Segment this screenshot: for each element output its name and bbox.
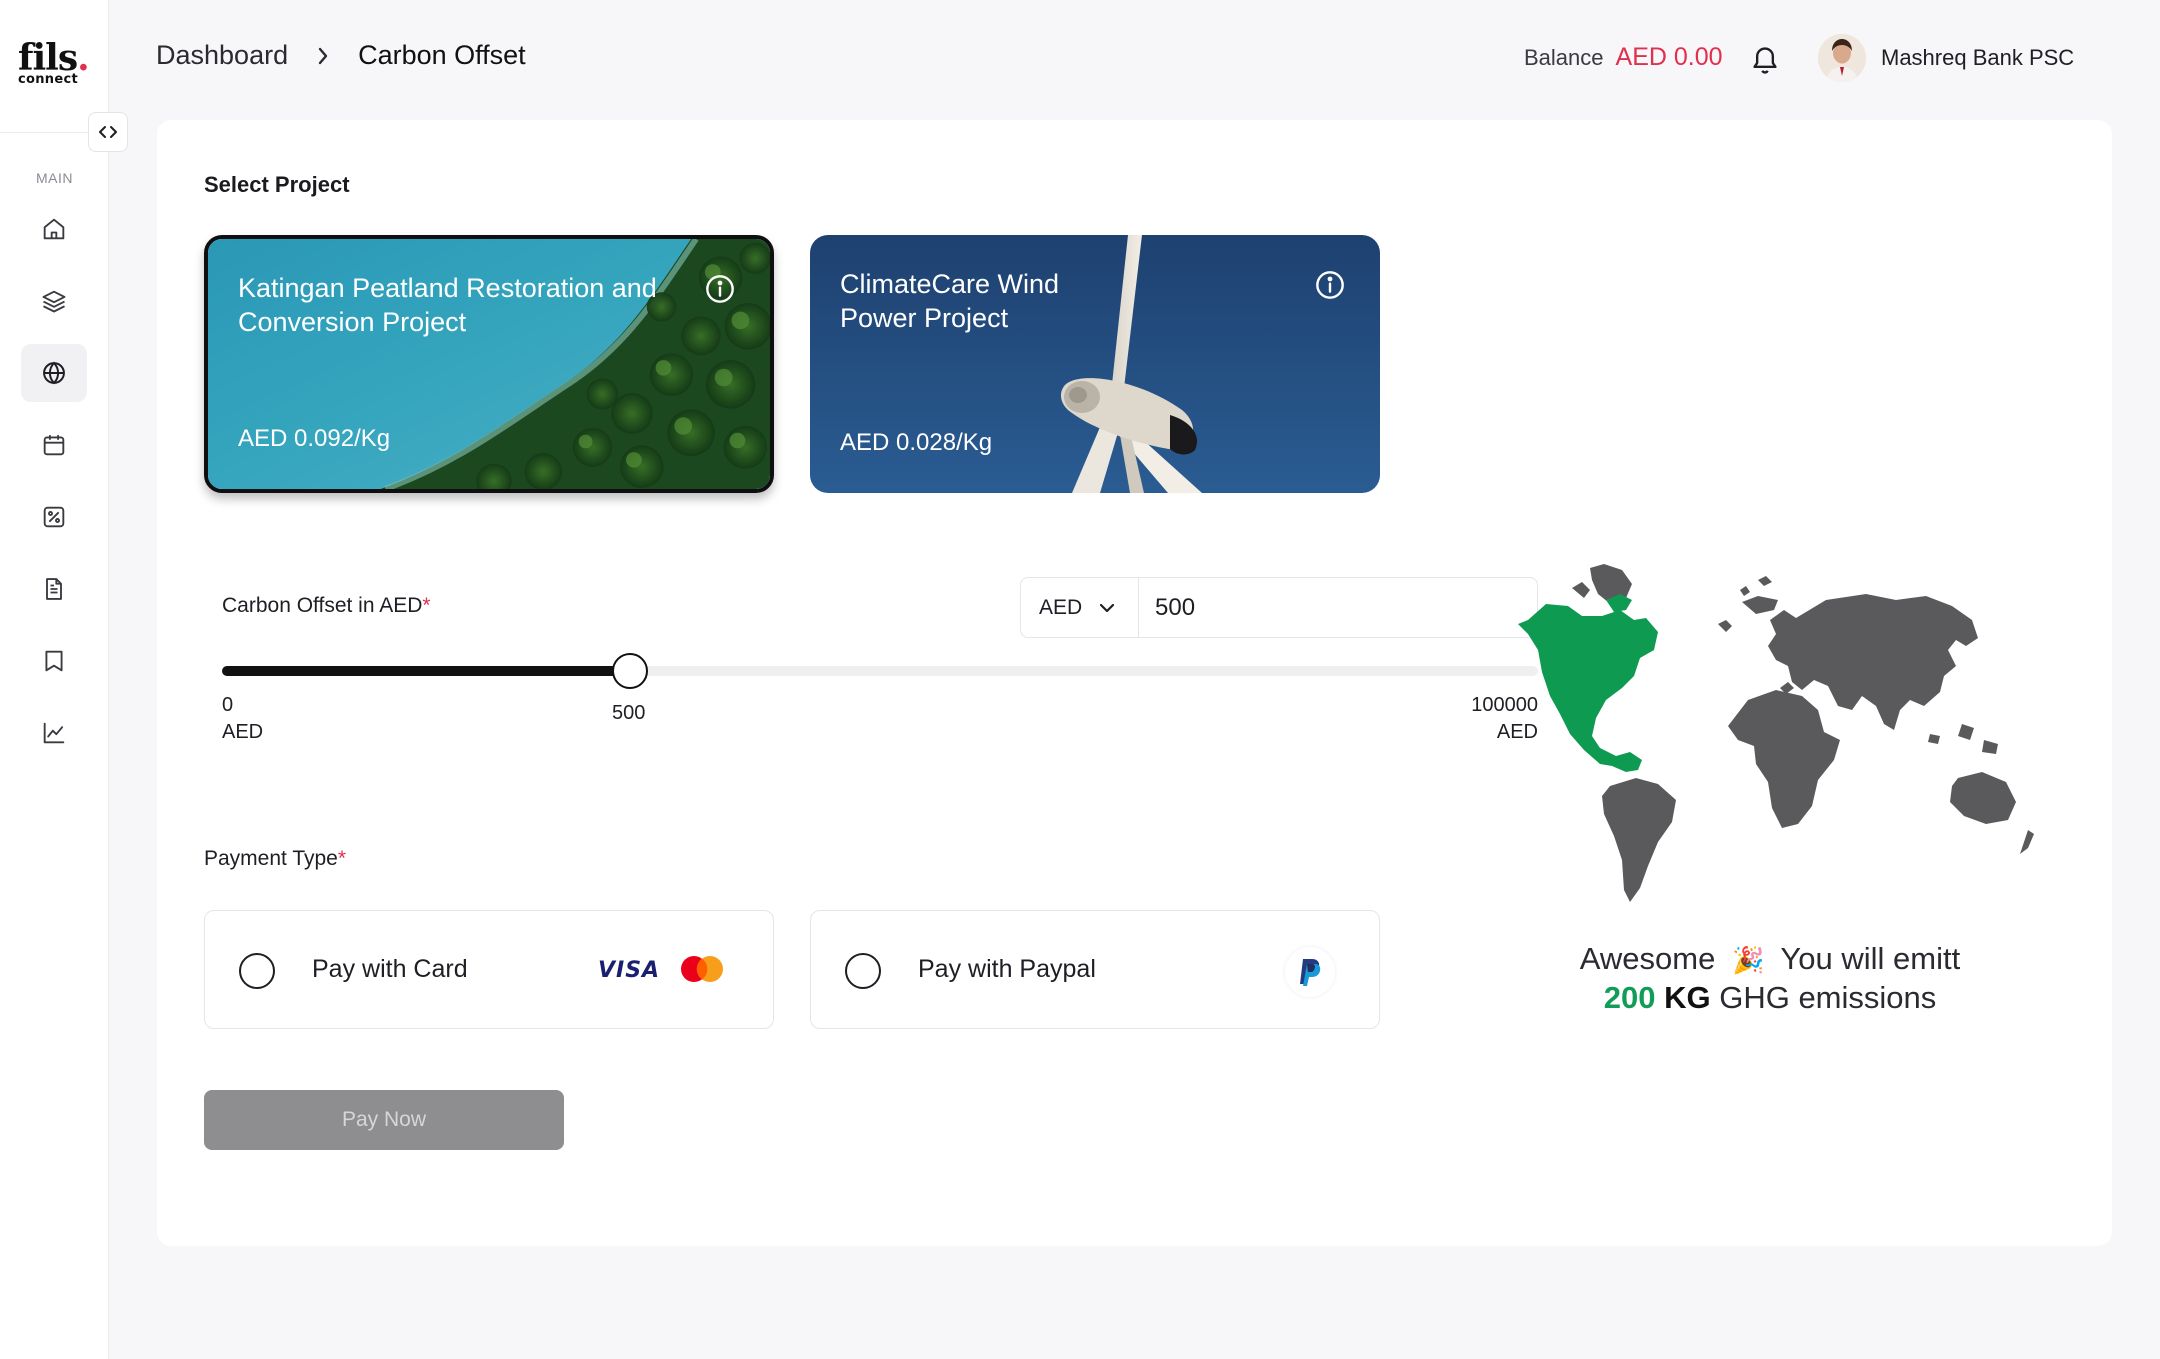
fils-logo[interactable]: fils. connect (18, 40, 92, 90)
offset-slider-track[interactable] (222, 653, 1538, 689)
pay-with-card-option[interactable]: Pay with Card VISA (204, 910, 774, 1029)
pay-with-paypal-label: Pay with Paypal (918, 955, 1096, 983)
project-card-climatecare-wind[interactable]: ClimateCare Wind Power Project AED 0.028… (810, 235, 1380, 493)
project-price: AED 0.092/Kg (238, 425, 391, 452)
percent-icon (43, 506, 65, 528)
section-title: Select Project (204, 172, 350, 197)
party-popper-icon: 🎉 (1731, 945, 1765, 975)
project-price: AED 0.028/Kg (840, 429, 993, 456)
sidebar-item-home[interactable] (21, 200, 87, 258)
user-name[interactable]: Mashreq Bank PSC (1881, 45, 2074, 71)
slider-min-unit: AED (222, 721, 264, 743)
emission-suffix: GHG emissions (1719, 980, 1937, 1015)
project-title: ClimateCare Wind Power Project (840, 269, 1060, 333)
layers-icon (42, 290, 66, 313)
chart-icon (43, 722, 65, 744)
visa-logo: VISA (598, 958, 661, 983)
top-header: Dashboard Carbon Offset Balance AED 0.00… (109, 0, 2160, 118)
chevron-down-icon (1100, 603, 1115, 612)
chevron-right-icon (316, 46, 330, 66)
sidebar-item-documents[interactable] (21, 560, 87, 618)
slider-min-label: 0 AED (222, 692, 263, 746)
pay-now-button[interactable]: Pay Now (204, 1090, 564, 1150)
document-icon (46, 578, 62, 600)
slider-current-label: 500 (612, 702, 646, 724)
sidebar-toggle-button[interactable] (88, 112, 128, 152)
balance-amount: AED 0.00 (1615, 43, 1723, 71)
sidebar-item-analytics[interactable] (21, 704, 87, 762)
mastercard-icon (681, 956, 723, 982)
breadcrumb-current: Carbon Offset (358, 40, 526, 70)
sidebar-section-label: MAIN (36, 170, 73, 186)
slider-min-value: 0 (222, 694, 234, 716)
bookmark-icon (45, 650, 63, 672)
pay-with-card-label: Pay with Card (312, 955, 468, 983)
offset-label-text: Carbon Offset in AED (222, 594, 423, 617)
required-mark: * (337, 847, 347, 870)
info-icon[interactable] (1314, 269, 1346, 301)
carbon-offset-card: Select Project Katingan Peatland Restora… (157, 120, 2112, 1246)
card-radio[interactable] (239, 953, 275, 989)
sidebar: fils. connect MAIN (0, 0, 109, 1359)
globe-icon (43, 361, 65, 385)
home-icon (43, 218, 65, 240)
emission-prefix: Awesome (1579, 941, 1716, 976)
project-title: Katingan Peatland Restoration and Conver… (238, 273, 657, 337)
notifications-bell-icon[interactable] (1749, 42, 1781, 76)
info-icon[interactable] (704, 273, 736, 305)
breadcrumb: Dashboard Carbon Offset (156, 40, 526, 71)
offset-slider-thumb[interactable] (612, 653, 648, 689)
pay-with-paypal-option[interactable]: Pay with Paypal (810, 910, 1380, 1029)
required-mark: * (422, 594, 431, 617)
emission-unit: KG (1664, 980, 1711, 1015)
balance-label: Balance (1524, 45, 1604, 70)
sidebar-item-layers[interactable] (21, 272, 87, 330)
code-chevrons-icon (99, 126, 117, 138)
amount-input[interactable] (1155, 590, 1515, 626)
paypal-radio[interactable] (845, 953, 881, 989)
paypal-icon (1285, 947, 1335, 997)
currency-select[interactable]: AED (1021, 578, 1139, 637)
avatar[interactable] (1818, 34, 1866, 82)
calendar-icon (43, 435, 65, 456)
logo-dot: . (77, 37, 90, 79)
world-map-illustration (1518, 564, 2034, 902)
project-card-katingan[interactable]: Katingan Peatland Restoration and Conver… (204, 235, 774, 493)
emission-quantity: 200 (1603, 980, 1656, 1015)
offset-slider-fill (222, 666, 630, 676)
balance-display: Balance AED 0.00 (1524, 43, 1723, 72)
payment-type-label: Payment Type* (204, 847, 346, 871)
emission-summary: Awesome 🎉 You will emitt 200 KG GHG emis… (1510, 940, 2030, 1016)
sidebar-item-discounts[interactable] (21, 488, 87, 546)
emission-middle: You will emitt (1780, 941, 1961, 976)
currency-value: AED (1039, 595, 1083, 619)
payment-label-text: Payment Type (204, 847, 338, 870)
breadcrumb-dashboard[interactable]: Dashboard (156, 40, 288, 71)
amount-field: AED (1020, 577, 1538, 638)
sidebar-item-carbon-offset[interactable] (21, 344, 87, 402)
offset-amount-label: Carbon Offset in AED* (222, 594, 431, 618)
sidebar-item-saved[interactable] (21, 632, 87, 690)
sidebar-item-calendar[interactable] (21, 416, 87, 474)
